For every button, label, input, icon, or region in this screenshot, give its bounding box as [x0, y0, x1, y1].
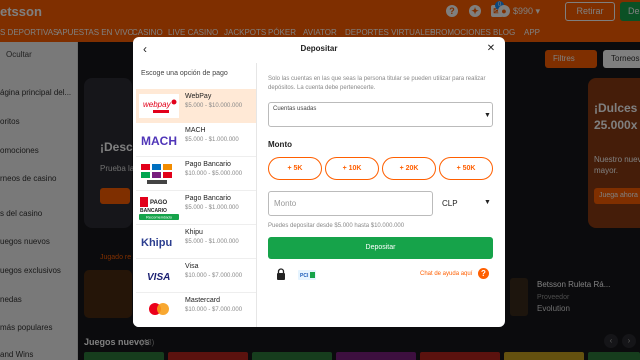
- payment-option-pago-bancario-multi[interactable]: Pago Bancario $10.000 - $5.000.000: [136, 157, 256, 191]
- svg-text:VISA: VISA: [147, 272, 170, 283]
- payment-option-mastercard[interactable]: Mastercard $10.000 - $7.000.000: [136, 293, 256, 327]
- visa-logo: VISA: [147, 272, 170, 283]
- payment-range: $5.000 - $1.000.000: [185, 205, 239, 211]
- quick-amount-5k-button[interactable]: + 5K: [268, 157, 322, 180]
- amount-heading: Monto: [268, 140, 292, 149]
- mastercard-logo: [149, 303, 169, 315]
- svg-text:MACH: MACH: [141, 134, 177, 148]
- chat-help-link[interactable]: Chat de ayuda aquí: [420, 271, 472, 277]
- payment-option-khipu[interactable]: Khipu Khipu $5.000 - $1.000.000: [136, 225, 256, 259]
- amount-hint: Puedes depositar desde $5.000 hasta $10.…: [268, 223, 405, 229]
- payment-name: Pago Bancario: [185, 195, 231, 202]
- payment-range: $10.000 - $5.000.000: [185, 171, 243, 177]
- mach-logo: MACH: [141, 134, 177, 148]
- svg-text:Khipu: Khipu: [141, 237, 172, 249]
- chevron-down-icon: ▼: [484, 112, 491, 119]
- khipu-logo: Khipu: [141, 237, 172, 249]
- payment-name: Pago Bancario: [185, 161, 231, 168]
- payment-option-visa[interactable]: VISA Visa $10.000 - $7.000.000: [136, 259, 256, 293]
- payment-range: $5.000 - $10.000.000: [185, 103, 243, 109]
- pci-security-icon: PCI: [298, 270, 316, 280]
- payment-range: $5.000 - $1.000.000: [185, 239, 239, 245]
- deposit-modal: ‹ Depositar ✕ Escoge una opción de pago …: [133, 37, 505, 327]
- bank-multi-logo: [141, 164, 172, 184]
- payment-list-title: Escoge una opción de pago: [141, 70, 228, 77]
- quick-amount-20k-button[interactable]: + 20K: [382, 157, 436, 180]
- payment-name: WebPay: [185, 93, 212, 100]
- recommended-badge: Recomendado: [146, 215, 173, 220]
- used-accounts-select[interactable]: Cuentas usadas ▼: [268, 102, 493, 127]
- payment-option-pago-bancario[interactable]: PAGO BANCARIO Recomendado Pago Bancario …: [136, 191, 256, 225]
- amount-input[interactable]: Monto: [268, 191, 433, 216]
- svg-text:PAGO: PAGO: [150, 200, 168, 206]
- payment-name: Mastercard: [185, 297, 221, 304]
- quick-amount-50k-button[interactable]: + 50K: [439, 157, 493, 180]
- currency-value: CLP: [442, 199, 458, 208]
- payment-name: Khipu: [185, 229, 203, 236]
- payment-range: $5.000 - $1.000.000: [185, 137, 239, 143]
- svg-text:PCI: PCI: [300, 273, 309, 279]
- deposit-button[interactable]: Depositar: [268, 237, 493, 259]
- payment-range: $10.000 - $7.000.000: [185, 307, 243, 313]
- payment-name: MACH: [185, 127, 206, 134]
- svg-text:webpay: webpay: [143, 100, 172, 109]
- payment-name: Visa: [185, 263, 199, 270]
- deposit-form: Solo las cuentas en las que seas la pers…: [257, 63, 505, 327]
- used-accounts-label: Cuentas usadas: [273, 106, 317, 112]
- payment-range: $10.000 - $7.000.000: [185, 273, 243, 279]
- svg-text:BANCARIO: BANCARIO: [140, 208, 167, 214]
- payment-option-webpay[interactable]: webpay WebPay $5.000 - $10.000.000: [136, 89, 256, 123]
- quick-amount-10k-button[interactable]: + 10K: [325, 157, 379, 180]
- currency-select[interactable]: CLP ▼: [442, 191, 493, 216]
- pago-bancario-logo: PAGO BANCARIO Recomendado: [139, 197, 179, 220]
- payment-option-mach[interactable]: MACH MACH $5.000 - $1.000.000: [136, 123, 256, 157]
- account-notice: Solo las cuentas en las que seas la pers…: [268, 76, 486, 91]
- help-circle-icon[interactable]: ?: [478, 268, 489, 279]
- payment-method-list: Escoge una opción de pago webpay WebPay …: [133, 63, 257, 327]
- modal-title: Depositar: [300, 44, 338, 53]
- chevron-down-icon: ▼: [484, 199, 491, 206]
- close-icon[interactable]: ✕: [485, 42, 497, 56]
- lock-icon: [277, 268, 285, 280]
- webpay-logo: webpay: [139, 94, 179, 118]
